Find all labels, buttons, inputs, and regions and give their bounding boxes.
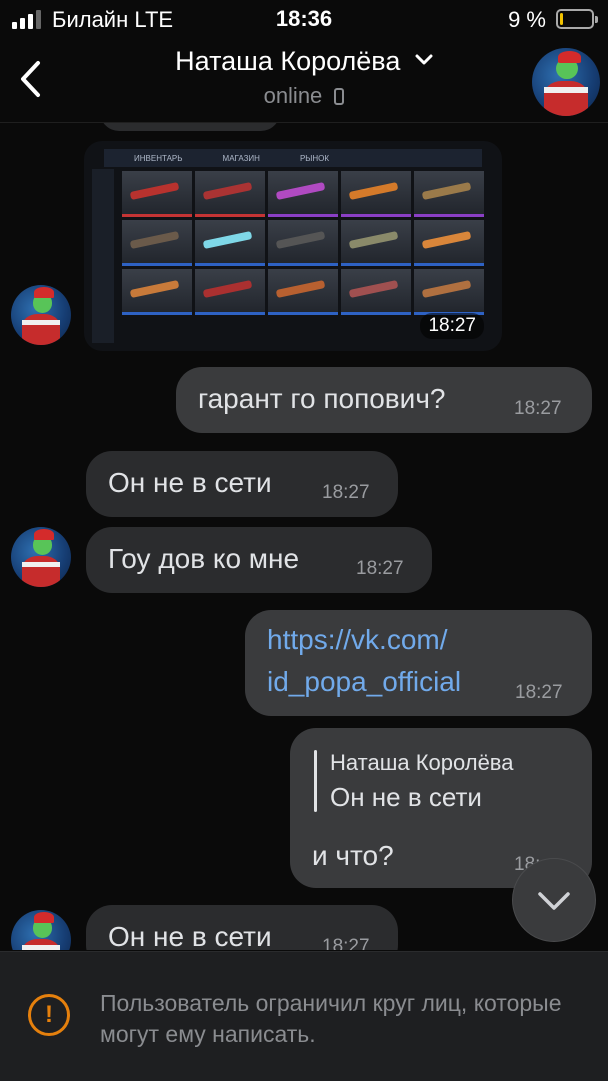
- game-tab: МАГАЗИН: [222, 153, 260, 163]
- message-bubble-incoming[interactable]: Гоу дов ко мне 18:27: [86, 527, 432, 593]
- game-tab: ИНВЕНТАРЬ: [134, 153, 183, 163]
- sender-avatar[interactable]: [11, 910, 71, 950]
- message-link[interactable]: https://vk.com/: [267, 624, 448, 656]
- contact-avatar[interactable]: [532, 48, 600, 116]
- reply-text: Он не в сети: [330, 782, 482, 812]
- message-bubble-incoming[interactable]: Он не в сети 18:27: [86, 451, 398, 517]
- online-status: online: [263, 83, 323, 108]
- message-time: 18:27: [515, 682, 563, 703]
- sender-avatar[interactable]: [11, 285, 71, 345]
- game-sidebar: [92, 169, 114, 343]
- game-tab: РЫНОК: [299, 153, 330, 163]
- game-tabs: ИНВЕНТАРЬ МАГАЗИН РЫНОК: [104, 149, 482, 167]
- message-time: 18:27: [356, 558, 404, 579]
- battery-icon: [556, 9, 598, 29]
- message-list[interactable]: ИНВЕНТАРЬ МАГАЗИН РЫНОК 18:27 гарант го …: [0, 123, 608, 950]
- message-time: 18:27: [322, 936, 370, 950]
- scroll-down-button[interactable]: [512, 858, 596, 942]
- warning-icon: !: [28, 994, 70, 1036]
- message-time: 18:27: [420, 313, 484, 339]
- sender-avatar[interactable]: [11, 527, 71, 587]
- status-bar: Билайн LTE 18:36 9 %: [0, 0, 608, 40]
- write-restriction-notice: ! Пользователь ограничил круг лиц, котор…: [0, 951, 608, 1081]
- reply-indicator: [314, 750, 317, 812]
- chat-header: Наташа Королёва online: [0, 40, 608, 123]
- message-text: Гоу дов ко мне: [108, 543, 300, 574]
- chat-title: Наташа Королёва: [175, 46, 401, 76]
- reply-author: Наташа Королёва: [330, 750, 514, 775]
- message-text: Он не в сети: [108, 467, 272, 498]
- mobile-icon: [334, 88, 345, 105]
- battery-percent: 9 %: [508, 7, 546, 32]
- message-time: 18:27: [514, 398, 562, 419]
- chevron-down-icon: [538, 892, 570, 910]
- message-bubble-incoming[interactable]: Он не в сети 18:27: [86, 905, 398, 950]
- message-time: 18:27: [322, 482, 370, 503]
- restriction-text: Пользователь ограничил круг лиц, которые…: [100, 990, 562, 1047]
- message-bubble-partial: [100, 123, 280, 131]
- chat-title-area[interactable]: Наташа Королёва online: [0, 46, 608, 109]
- message-bubble-outgoing[interactable]: https://vk.com/ id_popa_official 18:27: [245, 610, 592, 716]
- message-bubble-outgoing[interactable]: гарант го попович? 18:27: [176, 367, 592, 433]
- message-text: гарант го попович?: [198, 383, 446, 414]
- chevron-down-icon: [415, 54, 433, 65]
- message-text: Он не в сети: [108, 921, 272, 950]
- message-link[interactable]: id_popa_official: [267, 666, 461, 698]
- image-attachment[interactable]: ИНВЕНТАРЬ МАГАЗИН РЫНОК 18:27: [84, 141, 502, 351]
- message-text: и что?: [312, 840, 394, 871]
